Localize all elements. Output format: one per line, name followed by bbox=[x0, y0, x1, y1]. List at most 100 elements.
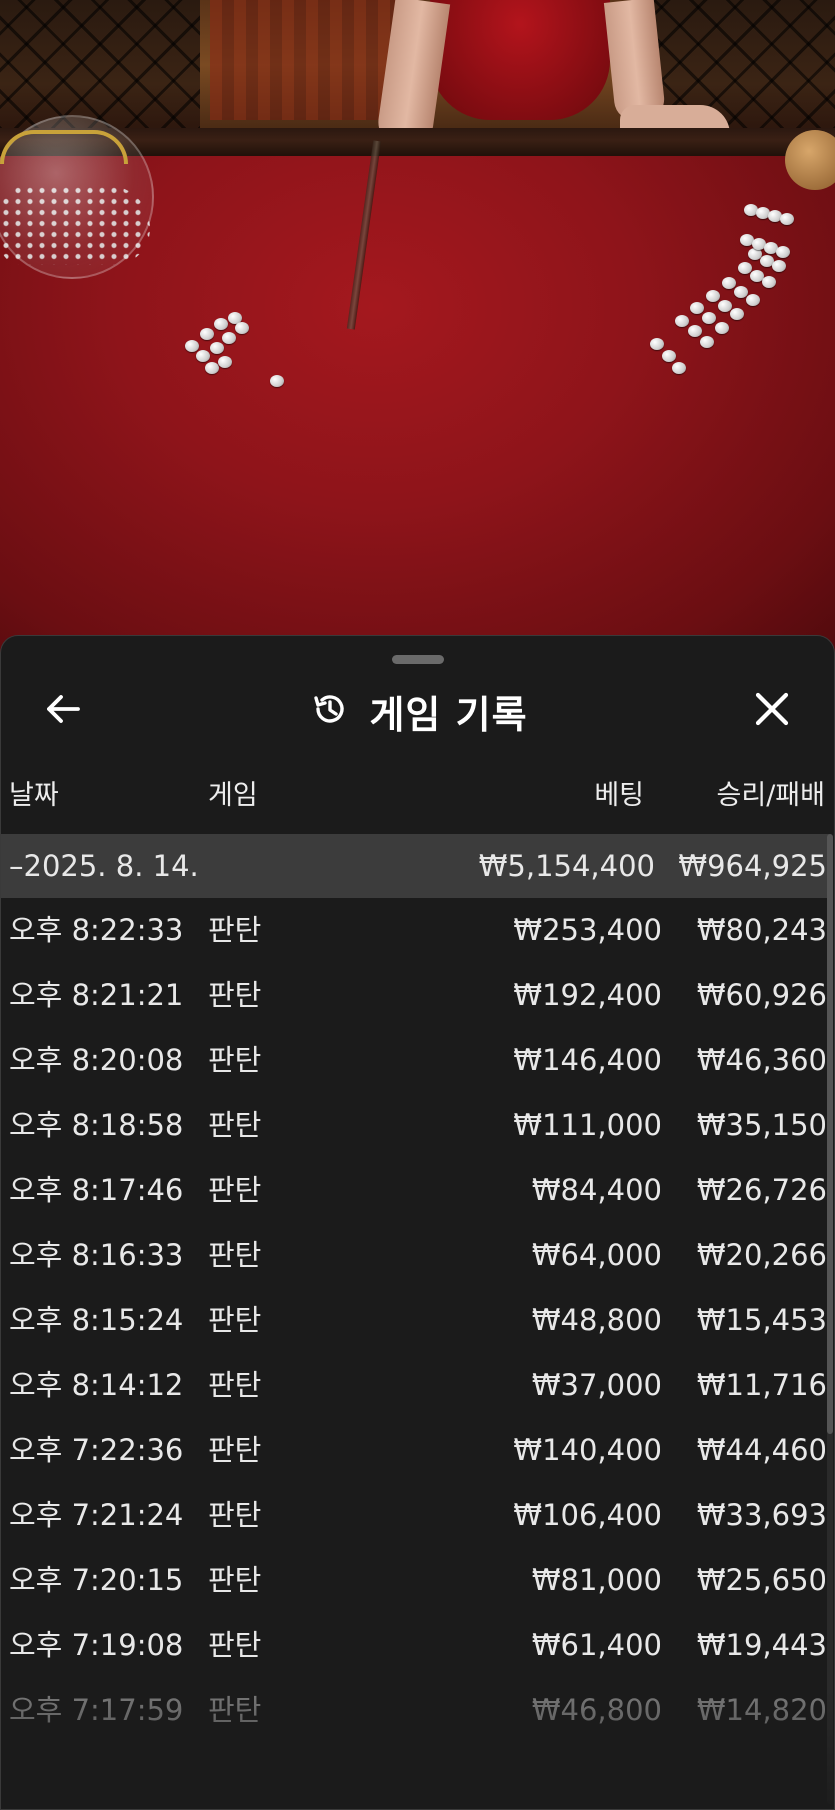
row-win-loss: ₩14,820 bbox=[696, 1693, 827, 1727]
bead bbox=[688, 325, 702, 337]
row-time: 오후 7:21:24 bbox=[9, 1498, 184, 1532]
history-clock-icon bbox=[309, 688, 351, 734]
row-game: 판탄 bbox=[208, 913, 262, 947]
row-bet: ₩81,000 bbox=[531, 1563, 662, 1597]
bead bbox=[672, 362, 686, 374]
bead bbox=[772, 260, 786, 272]
bead bbox=[222, 332, 236, 344]
row-win-loss: ₩11,716 bbox=[696, 1368, 827, 1402]
row-time: 오후 8:15:24 bbox=[9, 1303, 184, 1337]
table-row[interactable]: 오후 7:19:08 판탄 ₩61,400 ₩19,443 bbox=[1, 1613, 834, 1678]
game-history-sheet: 게임 기록 날짜 게임 베팅 승리/패배 –2025. 8. 14. ₩5,15… bbox=[0, 635, 835, 1810]
row-time: 오후 7:19:08 bbox=[9, 1628, 184, 1662]
table-row[interactable]: 오후 8:22:33 판탄 ₩253,400 ₩80,243 bbox=[1, 898, 834, 963]
table-row[interactable]: 오후 7:22:36 판탄 ₩140,400 ₩44,460 bbox=[1, 1418, 834, 1483]
bead bbox=[196, 350, 210, 362]
row-win-loss: ₩33,693 bbox=[696, 1498, 827, 1532]
table-row[interactable]: 오후 8:16:33 판탄 ₩64,000 ₩20,266 bbox=[1, 1223, 834, 1288]
bead bbox=[235, 322, 249, 334]
group-bet-total: ₩5,154,400 bbox=[478, 849, 655, 883]
page-title: 게임 기록 bbox=[369, 692, 528, 737]
bead bbox=[746, 294, 760, 306]
row-bet: ₩106,400 bbox=[513, 1498, 662, 1532]
row-game: 판탄 bbox=[208, 1693, 262, 1727]
row-time: 오후 8:21:21 bbox=[9, 978, 184, 1012]
row-win-loss: ₩19,443 bbox=[696, 1628, 827, 1662]
group-win-total: ₩964,925 bbox=[678, 849, 827, 883]
row-time: 오후 7:20:15 bbox=[9, 1563, 184, 1597]
bead bbox=[210, 342, 224, 354]
row-win-loss: ₩44,460 bbox=[696, 1433, 827, 1467]
bead bbox=[185, 340, 199, 352]
bead bbox=[722, 277, 736, 289]
live-video-feed bbox=[0, 0, 835, 660]
row-time: 오후 8:22:33 bbox=[9, 913, 184, 947]
row-bet: ₩37,000 bbox=[531, 1368, 662, 1402]
row-win-loss: ₩60,926 bbox=[696, 978, 827, 1012]
row-time: 오후 8:14:12 bbox=[9, 1368, 184, 1402]
back-button[interactable] bbox=[37, 685, 89, 737]
row-bet: ₩46,800 bbox=[531, 1693, 662, 1727]
row-bet: ₩64,000 bbox=[531, 1238, 662, 1272]
row-bet: ₩111,000 bbox=[513, 1108, 662, 1142]
arrow-left-icon bbox=[43, 689, 83, 733]
table-row[interactable]: 오후 7:21:24 판탄 ₩106,400 ₩33,693 bbox=[1, 1483, 834, 1548]
row-bet: ₩253,400 bbox=[513, 913, 662, 947]
table-row[interactable]: 오후 8:18:58 판탄 ₩111,000 ₩35,150 bbox=[1, 1093, 834, 1158]
column-header-bet[interactable]: 베팅 bbox=[594, 776, 644, 816]
row-win-loss: ₩20,266 bbox=[696, 1238, 827, 1272]
table-row[interactable]: 오후 8:15:24 판탄 ₩48,800 ₩15,453 bbox=[1, 1288, 834, 1353]
row-bet: ₩140,400 bbox=[513, 1433, 662, 1467]
row-time: 오후 7:22:36 bbox=[9, 1433, 184, 1467]
row-game: 판탄 bbox=[208, 1238, 262, 1272]
row-bet: ₩84,400 bbox=[531, 1173, 662, 1207]
title-wrap: 게임 기록 bbox=[1, 671, 834, 751]
column-header-win-loss[interactable]: 승리/패배 bbox=[717, 776, 825, 816]
row-game: 판탄 bbox=[208, 1303, 262, 1337]
bead bbox=[780, 213, 794, 225]
scrollbar[interactable] bbox=[827, 834, 833, 1804]
row-bet: ₩61,400 bbox=[531, 1628, 662, 1662]
column-header-date[interactable]: 날짜 bbox=[9, 776, 59, 816]
table-row[interactable]: 오후 8:21:21 판탄 ₩192,400 ₩60,926 bbox=[1, 963, 834, 1028]
table-row[interactable]: 오후 8:14:12 판탄 ₩37,000 ₩11,716 bbox=[1, 1353, 834, 1418]
row-bet: ₩192,400 bbox=[513, 978, 662, 1012]
dome-handle bbox=[0, 130, 128, 164]
lattice-screen-left bbox=[0, 0, 200, 130]
row-win-loss: ₩80,243 bbox=[696, 913, 827, 947]
history-list: 오후 8:22:33 판탄 ₩253,400 ₩80,243 오후 8:21:21 판탄 ₩… bbox=[1, 898, 834, 1809]
bead bbox=[700, 336, 714, 348]
sheet-header: 게임 기록 bbox=[1, 671, 834, 751]
sheet-drag-handle[interactable] bbox=[392, 655, 444, 664]
row-time: 오후 8:18:58 bbox=[9, 1108, 184, 1142]
row-win-loss: ₩35,150 bbox=[696, 1108, 827, 1142]
row-time: 오후 7:17:59 bbox=[9, 1693, 184, 1727]
table-row[interactable]: 오후 8:20:08 판탄 ₩146,400 ₩46,360 bbox=[1, 1028, 834, 1093]
row-game: 판탄 bbox=[208, 1433, 262, 1467]
bead bbox=[650, 338, 664, 350]
row-time: 오후 8:20:08 bbox=[9, 1043, 184, 1077]
row-game: 판탄 bbox=[208, 1368, 262, 1402]
bead bbox=[762, 276, 776, 288]
row-game: 판탄 bbox=[208, 1173, 262, 1207]
table-row[interactable]: 오후 8:17:46 판탄 ₩84,400 ₩26,726 bbox=[1, 1158, 834, 1223]
row-win-loss: ₩26,726 bbox=[696, 1173, 827, 1207]
table-row[interactable]: 오후 7:20:15 판탄 ₩81,000 ₩25,650 bbox=[1, 1548, 834, 1613]
bead bbox=[706, 290, 720, 302]
table-row[interactable]: 오후 7:17:59 판탄 ₩46,800 ₩14,820 bbox=[1, 1678, 834, 1743]
close-button[interactable] bbox=[746, 685, 798, 737]
row-win-loss: ₩15,453 bbox=[696, 1303, 827, 1337]
date-group-row[interactable]: –2025. 8. 14. ₩5,154,400 ₩964,925 bbox=[1, 834, 829, 898]
bead bbox=[214, 318, 228, 330]
column-header-game[interactable]: 게임 bbox=[208, 776, 258, 816]
row-bet: ₩146,400 bbox=[513, 1043, 662, 1077]
bead bbox=[218, 356, 232, 368]
scrollbar-thumb[interactable] bbox=[827, 834, 833, 1434]
bead bbox=[675, 315, 689, 327]
bead bbox=[702, 312, 716, 324]
row-game: 판탄 bbox=[208, 978, 262, 1012]
dealer bbox=[430, 0, 610, 120]
row-game: 판탄 bbox=[208, 1043, 262, 1077]
bead bbox=[200, 328, 214, 340]
bead bbox=[205, 362, 219, 374]
